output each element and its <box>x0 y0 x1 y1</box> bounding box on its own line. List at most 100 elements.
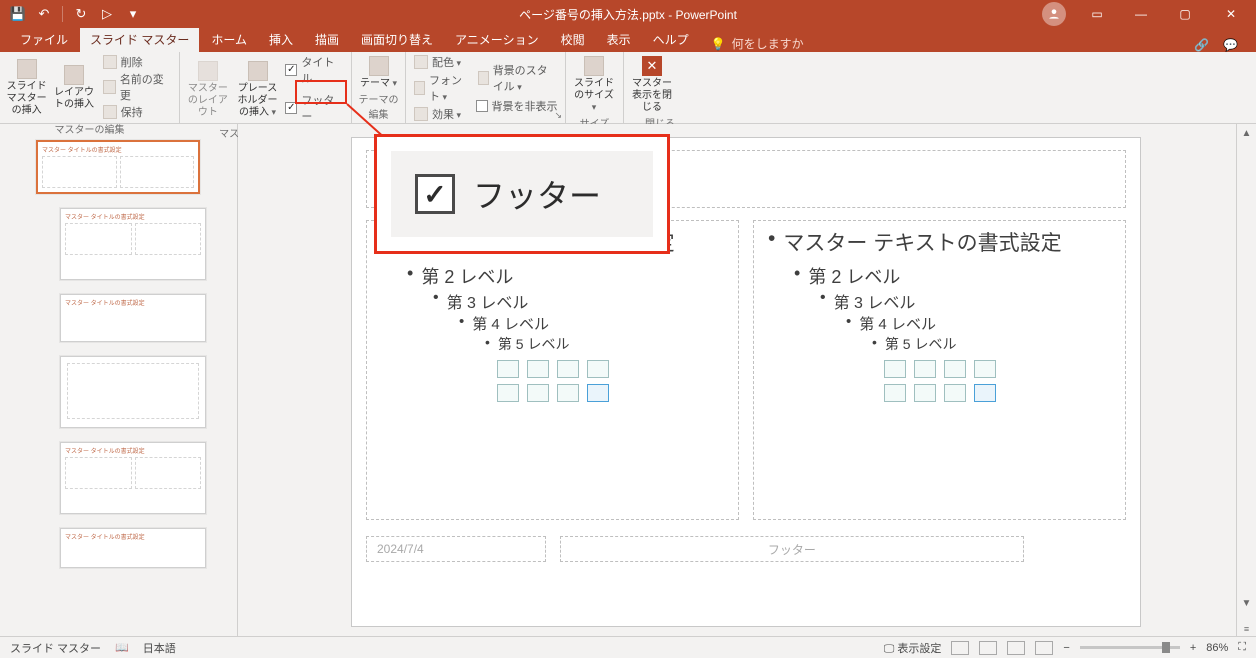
list-l2: 第 3 レベル <box>834 289 916 313</box>
insert-table-icon[interactable] <box>884 360 906 378</box>
insert-icon-icon[interactable] <box>974 384 996 402</box>
zoom-in-button[interactable]: + <box>1190 642 1196 654</box>
maximize-button[interactable]: ▢ <box>1164 0 1206 28</box>
close-master-view-button[interactable]: ✕マスター表示を閉じる <box>630 54 674 114</box>
tab-view[interactable]: 表示 <box>597 27 641 52</box>
lightbulb-icon: 💡 <box>711 37 726 51</box>
insert-table-icon[interactable] <box>497 360 519 378</box>
thumbnail-layout[interactable]: マスター タイトルの書式設定 <box>60 528 206 568</box>
themes-label: テーマ <box>360 78 397 90</box>
tab-help[interactable]: ヘルプ <box>643 27 699 52</box>
insert-chart-icon[interactable] <box>914 360 936 378</box>
insert-3d-icon[interactable] <box>974 360 996 378</box>
minimize-button[interactable]: — <box>1120 0 1162 28</box>
insert-slide-master-label: スライド マスターの挿入 <box>6 81 47 117</box>
slide-size-button[interactable]: スライドのサイズ <box>572 54 616 114</box>
display-settings-button[interactable]: 🖵 表示設定 <box>884 640 942 656</box>
fit-to-window-icon[interactable]: ⛶ <box>1238 641 1246 654</box>
insert-placeholder-button[interactable]: プレースホルダーの挿入 <box>236 59 280 119</box>
insert-smartart-icon[interactable] <box>557 360 579 378</box>
reading-view-icon[interactable] <box>1007 641 1025 655</box>
content-placeholder-right[interactable]: マスター テキストの書式設定 第 2 レベル 第 3 レベル 第 4 レベル 第… <box>753 220 1126 520</box>
insert-video-icon[interactable] <box>944 384 966 402</box>
zoom-percent[interactable]: 86% <box>1206 642 1228 654</box>
list-l2: 第 3 レベル <box>447 289 529 313</box>
comments-icon[interactable]: 💬 <box>1223 38 1238 52</box>
account-icon[interactable] <box>1042 2 1066 26</box>
insert-picture-icon[interactable] <box>884 384 906 402</box>
preserve-button[interactable]: 保持 <box>101 104 173 120</box>
effects-button[interactable]: 効果 <box>412 106 470 122</box>
tab-transitions[interactable]: 画面切り替え <box>351 27 443 52</box>
undo-icon[interactable]: ↶ <box>36 6 52 22</box>
close-button[interactable]: ✕ <box>1208 0 1254 28</box>
fonts-button[interactable]: フォント <box>412 72 470 104</box>
thumb-title: マスター タイトルの書式設定 <box>38 142 198 155</box>
footer-checkbox[interactable]: フッター <box>285 92 345 124</box>
spell-check-icon[interactable]: 📖 <box>115 641 129 654</box>
tab-review[interactable]: 校閲 <box>551 27 595 52</box>
background-dialog-launcher-icon[interactable]: ↘ <box>554 110 562 121</box>
thumb-title: マスター タイトルの書式設定 <box>61 295 205 308</box>
content-placeholder-left[interactable]: マスター テキストの書式設定 第 2 レベル 第 3 レベル 第 4 レベル 第… <box>366 220 739 520</box>
effects-icon <box>414 107 428 121</box>
insert-online-picture-icon[interactable] <box>527 384 549 402</box>
zoom-out-button[interactable]: − <box>1063 642 1069 654</box>
normal-view-icon[interactable] <box>951 641 969 655</box>
tab-animations[interactable]: アニメーション <box>445 27 549 52</box>
tab-slide-master[interactable]: スライド マスター <box>80 27 199 52</box>
thumbnail-master[interactable]: マスター タイトルの書式設定 <box>36 140 200 194</box>
quick-access-toolbar: 💾 ↶ ↻ ▷ ▾ <box>0 6 141 22</box>
insert-chart-icon[interactable] <box>527 360 549 378</box>
status-bar: スライド マスター 📖 日本語 🖵 表示設定 − + 86% ⛶ <box>0 636 1256 658</box>
fit-split-icon[interactable]: ≡ <box>1237 624 1256 634</box>
delete-button[interactable]: 削除 <box>101 54 173 70</box>
hide-background-checkbox[interactable]: 背景を非表示 <box>476 98 560 114</box>
thumbnail-layout[interactable]: マスター タイトルの書式設定 <box>60 442 206 514</box>
insert-icon-icon[interactable] <box>587 384 609 402</box>
tab-home[interactable]: ホーム <box>201 27 257 52</box>
insert-picture-icon[interactable] <box>497 384 519 402</box>
title-checkbox[interactable]: タイトル <box>285 54 345 86</box>
list-l1: 第 2 レベル <box>421 263 513 289</box>
qat-customize-icon[interactable]: ▾ <box>125 6 141 22</box>
slideshow-view-icon[interactable] <box>1035 641 1053 655</box>
tab-draw[interactable]: 描画 <box>305 27 349 52</box>
share-icon[interactable]: 🔗 <box>1194 38 1209 52</box>
scroll-down-icon[interactable]: ▼ <box>1237 594 1256 612</box>
insert-layout-button[interactable]: レイアウトの挿入 <box>53 63 94 111</box>
thumbnail-layout[interactable] <box>60 356 206 428</box>
rename-button[interactable]: 名前の変更 <box>101 71 173 103</box>
start-slideshow-icon[interactable]: ▷ <box>99 6 115 22</box>
colors-button[interactable]: 配色 <box>412 54 470 70</box>
themes-button[interactable]: テーマ <box>358 54 399 90</box>
thumb-title: マスター タイトルの書式設定 <box>61 443 205 456</box>
vertical-scrollbar[interactable]: ▲ ▼ ≡ <box>1236 124 1256 636</box>
tab-file[interactable]: ファイル <box>10 27 78 52</box>
scroll-up-icon[interactable]: ▲ <box>1237 124 1256 142</box>
date-footer-placeholder[interactable]: 2024/7/4 <box>366 536 546 562</box>
background-styles-button[interactable]: 背景のスタイル <box>476 62 560 94</box>
thumbnail-layout[interactable]: マスター タイトルの書式設定 <box>60 208 206 280</box>
delete-icon <box>103 55 117 69</box>
thumbnail-pane[interactable]: マスター タイトルの書式設定 マスター タイトルの書式設定 マスター タイトルの… <box>0 124 238 636</box>
insert-slide-master-button[interactable]: スライド マスターの挿入 <box>6 57 47 117</box>
save-icon[interactable]: 💾 <box>10 6 26 22</box>
status-language[interactable]: 日本語 <box>143 640 176 656</box>
ribbon-display-options-icon[interactable]: ▭ <box>1076 0 1118 28</box>
tell-me-search[interactable]: 💡 何をしますか <box>711 35 804 52</box>
insert-video-icon[interactable] <box>557 384 579 402</box>
insert-online-picture-icon[interactable] <box>914 384 936 402</box>
insert-smartart-icon[interactable] <box>944 360 966 378</box>
list-l4: 第 5 レベル <box>885 334 957 354</box>
annotation-callout: フッター <box>374 134 670 254</box>
callout-text: フッター <box>473 171 601 217</box>
tell-me-label: 何をしますか <box>732 35 804 52</box>
sorter-view-icon[interactable] <box>979 641 997 655</box>
insert-3d-icon[interactable] <box>587 360 609 378</box>
tab-insert[interactable]: 挿入 <box>259 27 303 52</box>
thumbnail-layout[interactable]: マスター タイトルの書式設定 <box>60 294 206 342</box>
zoom-slider[interactable] <box>1080 646 1180 649</box>
redo-icon[interactable]: ↻ <box>73 6 89 22</box>
center-footer-placeholder[interactable]: フッター <box>560 536 1024 562</box>
